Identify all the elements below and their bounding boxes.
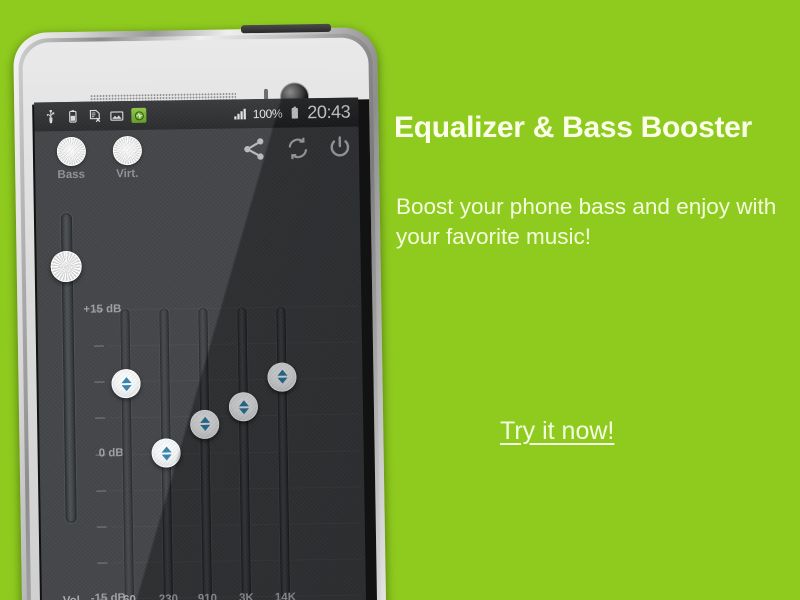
band-slider-thumb[interactable]	[111, 369, 141, 399]
band-frequency-label: 910	[197, 592, 218, 600]
try-it-now-link[interactable]: Try it now!	[500, 417, 614, 446]
band-slider-track[interactable]	[276, 306, 290, 600]
chevron-up-icon[interactable]	[161, 446, 172, 453]
bass-knob-label: Bass	[57, 168, 86, 182]
db-tick	[93, 345, 104, 347]
chevron-up-icon[interactable]	[120, 376, 132, 384]
db-tick	[94, 381, 105, 383]
battery-saver-icon	[69, 110, 77, 123]
band-frequency-label: 14K	[274, 591, 297, 600]
share-icon[interactable]	[241, 136, 267, 162]
phone-screen: 100% 20:43 Bass Virt. +15 dB 0 dB -15 dB…	[34, 97, 367, 600]
chevron-down-icon[interactable]	[276, 377, 288, 384]
band-frequency-label: 230	[158, 593, 179, 600]
band-slider-thumb[interactable]	[267, 362, 297, 392]
band-frequency-label: 60	[109, 594, 149, 600]
chevron-down-icon[interactable]	[238, 408, 249, 415]
db-gridline	[109, 449, 360, 455]
band-slider-thumb[interactable]	[189, 409, 220, 439]
equalizer-panel: +15 dB 0 dB -15 dB Vol. 602309103K14K	[36, 186, 367, 600]
battery-full-icon	[291, 106, 298, 119]
band-slider-thumb[interactable]	[151, 438, 181, 469]
db-gridline	[111, 558, 362, 564]
chevron-down-icon[interactable]	[199, 424, 210, 432]
chevron-down-icon[interactable]	[161, 454, 172, 461]
db-gridline	[107, 305, 358, 311]
db-gridline	[107, 341, 358, 347]
db-tick	[96, 490, 107, 492]
chevron-up-icon[interactable]	[199, 416, 210, 424]
bass-knob-dial[interactable]	[56, 136, 86, 167]
virtualizer-knob-dial[interactable]	[112, 135, 142, 166]
page-title: Equalizer & Bass Booster	[394, 111, 752, 144]
chevron-up-icon[interactable]	[238, 400, 249, 407]
db-tick	[95, 417, 106, 419]
image-icon	[110, 111, 124, 121]
promo-subtitle: Boost your phone bass and enjoy with you…	[396, 194, 777, 249]
status-bar-right-icons: 100% 20:43	[233, 102, 351, 125]
no-sim-icon	[89, 109, 101, 123]
db-tick	[97, 562, 108, 564]
band-slider-thumb[interactable]	[228, 392, 259, 422]
db-tick	[96, 526, 107, 528]
volume-slider-label: Vol.	[53, 595, 93, 600]
app-header-bar: Bass Virt.	[35, 126, 360, 191]
chevron-down-icon[interactable]	[121, 384, 132, 392]
band-slider-track[interactable]	[198, 307, 212, 600]
usb-icon	[46, 110, 55, 124]
promo-screenshot: 100% 20:43 Bass Virt. +15 dB 0 dB -15 dB…	[0, 0, 800, 600]
promo-text-panel: Equalizer & Bass Booster Boost your phon…	[394, 0, 800, 600]
phone-mockup: 100% 20:43 Bass Virt. +15 dB 0 dB -15 dB…	[13, 23, 387, 600]
chevron-up-icon[interactable]	[276, 369, 287, 376]
power-icon[interactable]	[327, 135, 353, 161]
battery-percent-label: 100%	[252, 106, 283, 121]
db-gridline	[108, 377, 359, 383]
app-badge-icon	[131, 107, 147, 124]
status-bar-clock: 20:43	[307, 101, 351, 123]
refresh-icon[interactable]	[285, 135, 311, 161]
signal-bars-icon	[234, 108, 247, 120]
bass-knob[interactable]: Bass	[43, 133, 100, 182]
virtualizer-knob[interactable]: Virt.	[99, 132, 156, 181]
band-slider-track[interactable]	[237, 307, 251, 600]
db-gridline	[110, 522, 361, 528]
db-gridline	[110, 486, 361, 492]
virtualizer-knob-label: Virt.	[116, 167, 139, 181]
volume-slider-thumb[interactable]	[50, 250, 82, 282]
band-frequency-label: 3K	[238, 592, 254, 600]
power-button-hardware[interactable]	[240, 23, 332, 34]
status-bar-left-icons	[43, 107, 147, 125]
